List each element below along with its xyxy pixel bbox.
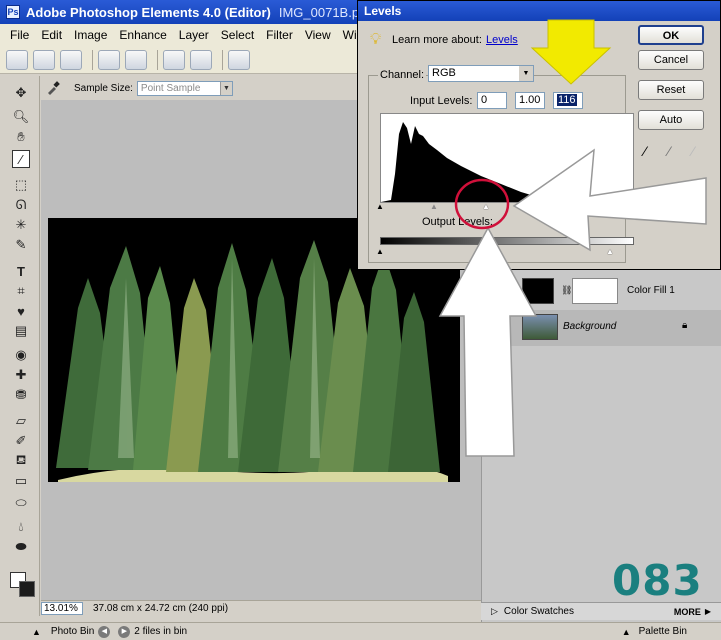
annotation-overlay (438, 19, 707, 457)
page-number: 083 (612, 556, 703, 605)
up-arrow-icon (438, 226, 538, 457)
left-arrow-icon (512, 148, 707, 252)
highlight-circle (454, 178, 510, 230)
yellow-arrow-icon (530, 19, 612, 85)
